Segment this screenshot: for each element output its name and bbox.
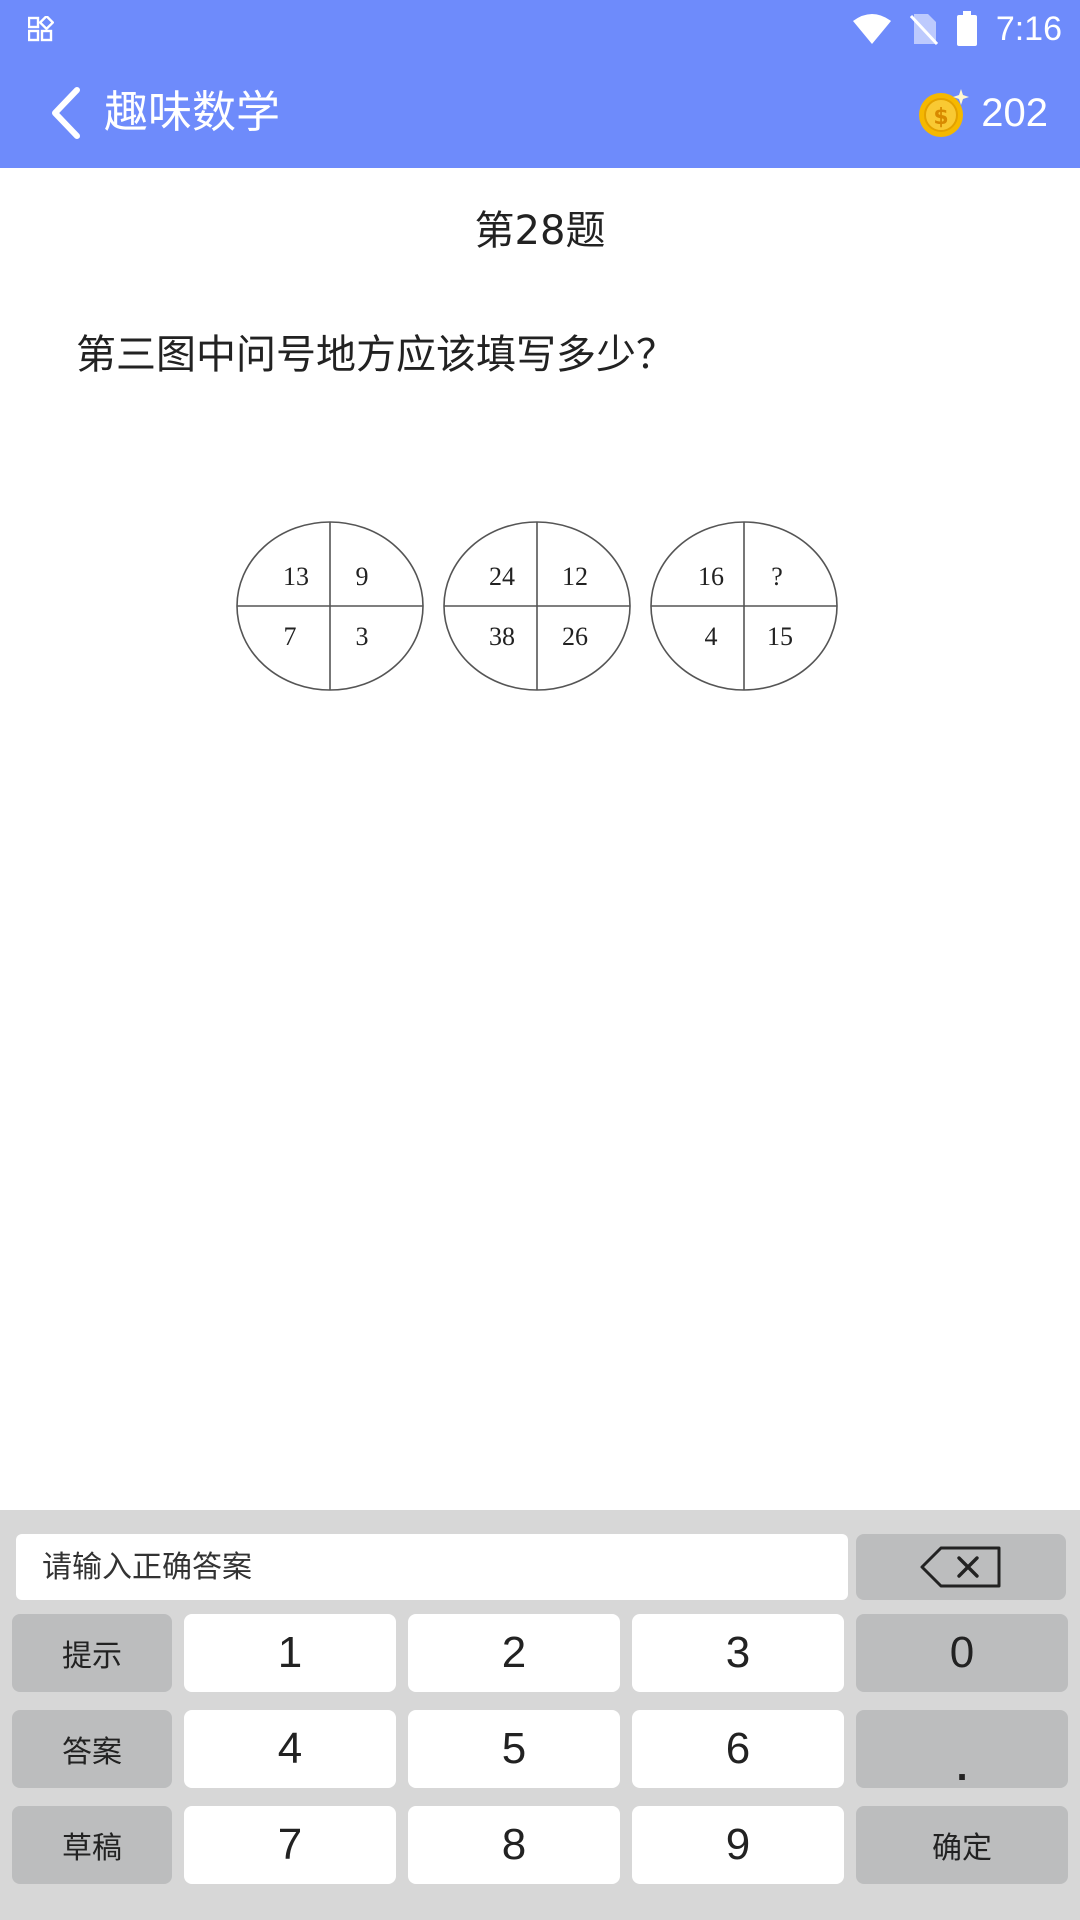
back-button[interactable] [36, 80, 96, 146]
draft-button[interactable]: 草稿 [12, 1806, 172, 1884]
hint-button[interactable]: 提示 [12, 1614, 172, 1692]
backspace-icon [920, 1546, 1001, 1588]
key-6[interactable]: 6 [632, 1710, 844, 1788]
no-sim-icon [909, 14, 938, 46]
key-5[interactable]: 5 [408, 1710, 620, 1788]
key-2[interactable]: 2 [408, 1614, 620, 1692]
circle-3-bottom-right: 15 [767, 622, 793, 651]
circle-3-top-right: ? [771, 562, 783, 591]
back-arrow-icon [52, 87, 80, 139]
circle-1-top-left: 13 [283, 562, 309, 591]
key-9[interactable]: 9 [632, 1806, 844, 1884]
puzzle-circle-3: 16 ? 4 15 [650, 521, 838, 691]
circle-3-top-left: 16 [698, 562, 724, 591]
circle-1-top-right: 9 [356, 562, 369, 591]
circle-2-bottom-right: 26 [562, 622, 588, 651]
key-7[interactable]: 7 [184, 1806, 396, 1884]
dot-label: . [956, 1744, 968, 1789]
circle-3-bottom-left: 4 [705, 622, 718, 651]
svg-text:$: $ [934, 105, 949, 130]
answer-keypad: 提示 1 2 3 0 答案 4 5 6 . 草稿 7 8 9 确定 [0, 1510, 1080, 1920]
wifi-icon [852, 14, 891, 44]
key-4[interactable]: 4 [184, 1710, 396, 1788]
backspace-button[interactable] [856, 1534, 1066, 1600]
coin-count: 202 [981, 90, 1048, 135]
key-dot[interactable]: . [856, 1710, 1068, 1789]
key-8[interactable]: 8 [408, 1806, 620, 1884]
status-time: 7:16 [995, 9, 1062, 48]
puzzle-circle-1: 13 9 7 3 [236, 521, 424, 691]
answer-input[interactable] [16, 1534, 848, 1600]
circle-1-bottom-right: 3 [356, 622, 369, 651]
battery-icon [956, 11, 977, 46]
circle-1-bottom-left: 7 [284, 622, 297, 651]
circle-2-top-right: 12 [562, 562, 588, 591]
app-title: 趣味数学 [104, 87, 280, 138]
key-0[interactable]: 0 [856, 1614, 1068, 1692]
puzzle-circle-2: 24 12 38 26 [443, 521, 631, 691]
circle-2-bottom-left: 38 [489, 622, 515, 651]
app-bar: 趣味数学 $ 202 [0, 58, 1080, 168]
question-number: 第28题 [474, 208, 606, 254]
answer-button[interactable]: 答案 [12, 1710, 172, 1788]
circle-2-top-left: 24 [489, 562, 515, 591]
confirm-button[interactable]: 确定 [856, 1806, 1068, 1884]
puzzle-figure: 13 9 7 3 24 12 38 26 16 ? 4 15 [236, 521, 838, 691]
status-bar: 7:16 [0, 0, 1080, 58]
question-text: 第三图中问号地方应该填写多少？ [76, 332, 676, 378]
coin-balance[interactable]: $ 202 [917, 80, 1048, 146]
gold-coin-icon: $ [919, 89, 970, 137]
notification-grid-icon [28, 16, 54, 42]
key-1[interactable]: 1 [184, 1614, 396, 1692]
key-3[interactable]: 3 [632, 1614, 844, 1692]
